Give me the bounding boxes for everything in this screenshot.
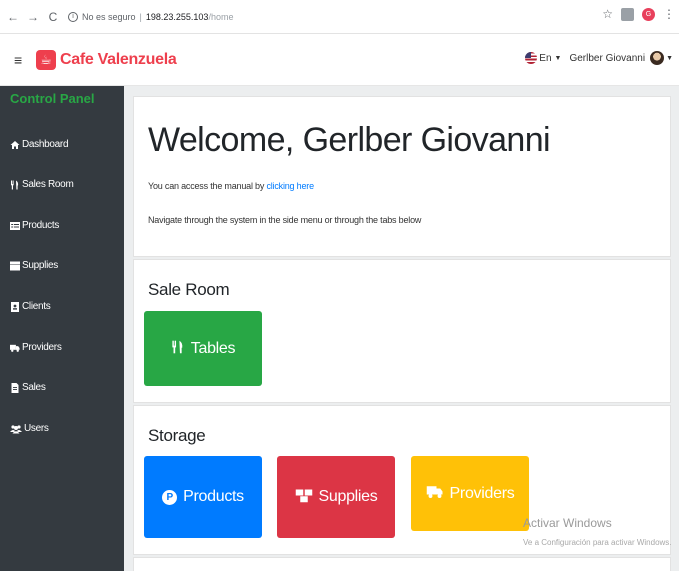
forward-arrow-icon[interactable]: → <box>26 7 40 27</box>
users-icon <box>10 424 22 434</box>
sidebar-item-supplies[interactable]: Supplies <box>10 260 58 271</box>
providers-label: Providers <box>449 484 515 502</box>
sidebar-item-label: Users <box>24 423 49 434</box>
profile-icon[interactable]: G <box>642 7 655 21</box>
sidebar-title: Control Panel <box>10 91 95 106</box>
sidebar: Control Panel Dashboard Sales Room Produ… <box>0 86 124 571</box>
bookmark-star-icon[interactable]: ☆ <box>602 7 613 21</box>
cafe-logo-icon: ☕ <box>36 49 56 70</box>
sidebar-item-label: Products <box>22 220 60 231</box>
hamburger-menu-icon[interactable]: ≡ <box>14 52 30 68</box>
reload-icon[interactable]: C <box>46 7 60 27</box>
supplies-label: Supplies <box>318 488 378 505</box>
boxes-icon <box>295 488 313 507</box>
language-dropdown[interactable]: En <box>539 53 551 64</box>
next-card <box>133 557 671 571</box>
manual-text: You can access the manual by clicking he… <box>148 181 314 191</box>
sidebar-item-clients[interactable]: Clients <box>10 301 51 312</box>
section-title-storage: Storage <box>148 426 206 445</box>
avatar[interactable] <box>650 51 665 65</box>
url-host: 198.23.255.103 <box>145 11 209 22</box>
url-separator: | <box>139 11 142 22</box>
back-arrow-icon[interactable]: ← <box>6 7 20 27</box>
id-card-icon <box>10 301 20 312</box>
user-caret-icon[interactable]: ▼ <box>666 55 673 62</box>
sidebar-item-products[interactable]: Products <box>10 220 59 231</box>
boxes-icon <box>10 261 20 271</box>
sidebar-item-dashboard[interactable]: Dashboard <box>10 139 69 150</box>
utensils-icon <box>171 339 185 359</box>
tables-label: Tables <box>190 339 236 357</box>
products-label: Products <box>183 488 244 505</box>
address-bar[interactable]: i No es seguro | 198.23.255.103/home <box>68 7 233 27</box>
app-header: ≡ ☕ Cafe Valenzuela En ▼ Gerlber Giovann… <box>0 34 679 86</box>
browser-toolbar: ← → C i No es seguro | 198.23.255.103/ho… <box>0 0 679 34</box>
sidebar-item-sales[interactable]: Sales <box>10 382 46 393</box>
security-status: No es seguro <box>82 11 136 22</box>
products-button[interactable]: P Products <box>144 456 262 538</box>
sidebar-item-label: Clients <box>22 301 51 312</box>
sidebar-item-label: Sales <box>22 382 46 393</box>
url-path: /home <box>208 11 234 22</box>
file-icon <box>10 382 20 393</box>
sidebar-item-providers[interactable]: Providers <box>10 342 62 353</box>
sidebar-item-label: Supplies <box>22 260 58 271</box>
user-dropdown[interactable]: Gerlber Giovanni <box>569 53 645 64</box>
welcome-card: Welcome, Gerlber Giovanni You can access… <box>133 96 671 257</box>
section-title-sale-room: Sale Room <box>148 280 230 299</box>
product-hunt-icon: P <box>162 489 178 505</box>
page-title: Welcome, Gerlber Giovanni <box>148 121 551 159</box>
supplies-button[interactable]: Supplies <box>277 456 395 538</box>
sidebar-item-sales-room[interactable]: Sales Room <box>10 179 74 190</box>
providers-button[interactable]: Providers <box>411 456 529 531</box>
brand[interactable]: ☕ Cafe Valenzuela <box>36 49 177 70</box>
extension-icon[interactable] <box>621 7 634 21</box>
sidebar-item-label: Sales Room <box>22 179 74 190</box>
sale-room-card: Sale Room Tables <box>133 259 671 403</box>
header-right: En ▼ Gerlber Giovanni ▼ <box>525 51 673 65</box>
home-icon <box>10 140 20 150</box>
truck-icon <box>10 343 20 353</box>
truck-icon <box>426 484 444 503</box>
activation-watermark-subtitle: Ve a Configuración para activar Windows. <box>523 538 672 547</box>
us-flag-icon <box>525 52 538 64</box>
sidebar-item-label: Providers <box>22 342 62 353</box>
sidebar-item-label: Dashboard <box>22 139 69 150</box>
activation-watermark-title: Activar Windows <box>523 516 612 530</box>
manual-prefix: You can access the manual by <box>148 181 267 191</box>
browser-menu-icon[interactable]: ⋮ <box>663 7 675 21</box>
navigate-text: Navigate through the system in the side … <box>148 215 422 225</box>
language-caret-icon[interactable]: ▼ <box>555 55 562 62</box>
manual-link[interactable]: clicking here <box>266 181 314 191</box>
info-icon[interactable]: i <box>68 11 78 22</box>
list-icon <box>10 221 20 231</box>
tables-button[interactable]: Tables <box>144 311 262 386</box>
utensils-icon <box>10 180 20 190</box>
brand-name: Cafe Valenzuela <box>60 50 177 68</box>
sidebar-item-users[interactable]: Users <box>10 423 49 434</box>
storage-card: Storage P Products Supplies Providers <box>133 405 671 555</box>
browser-actions: ☆ G ⋮ <box>602 7 675 21</box>
